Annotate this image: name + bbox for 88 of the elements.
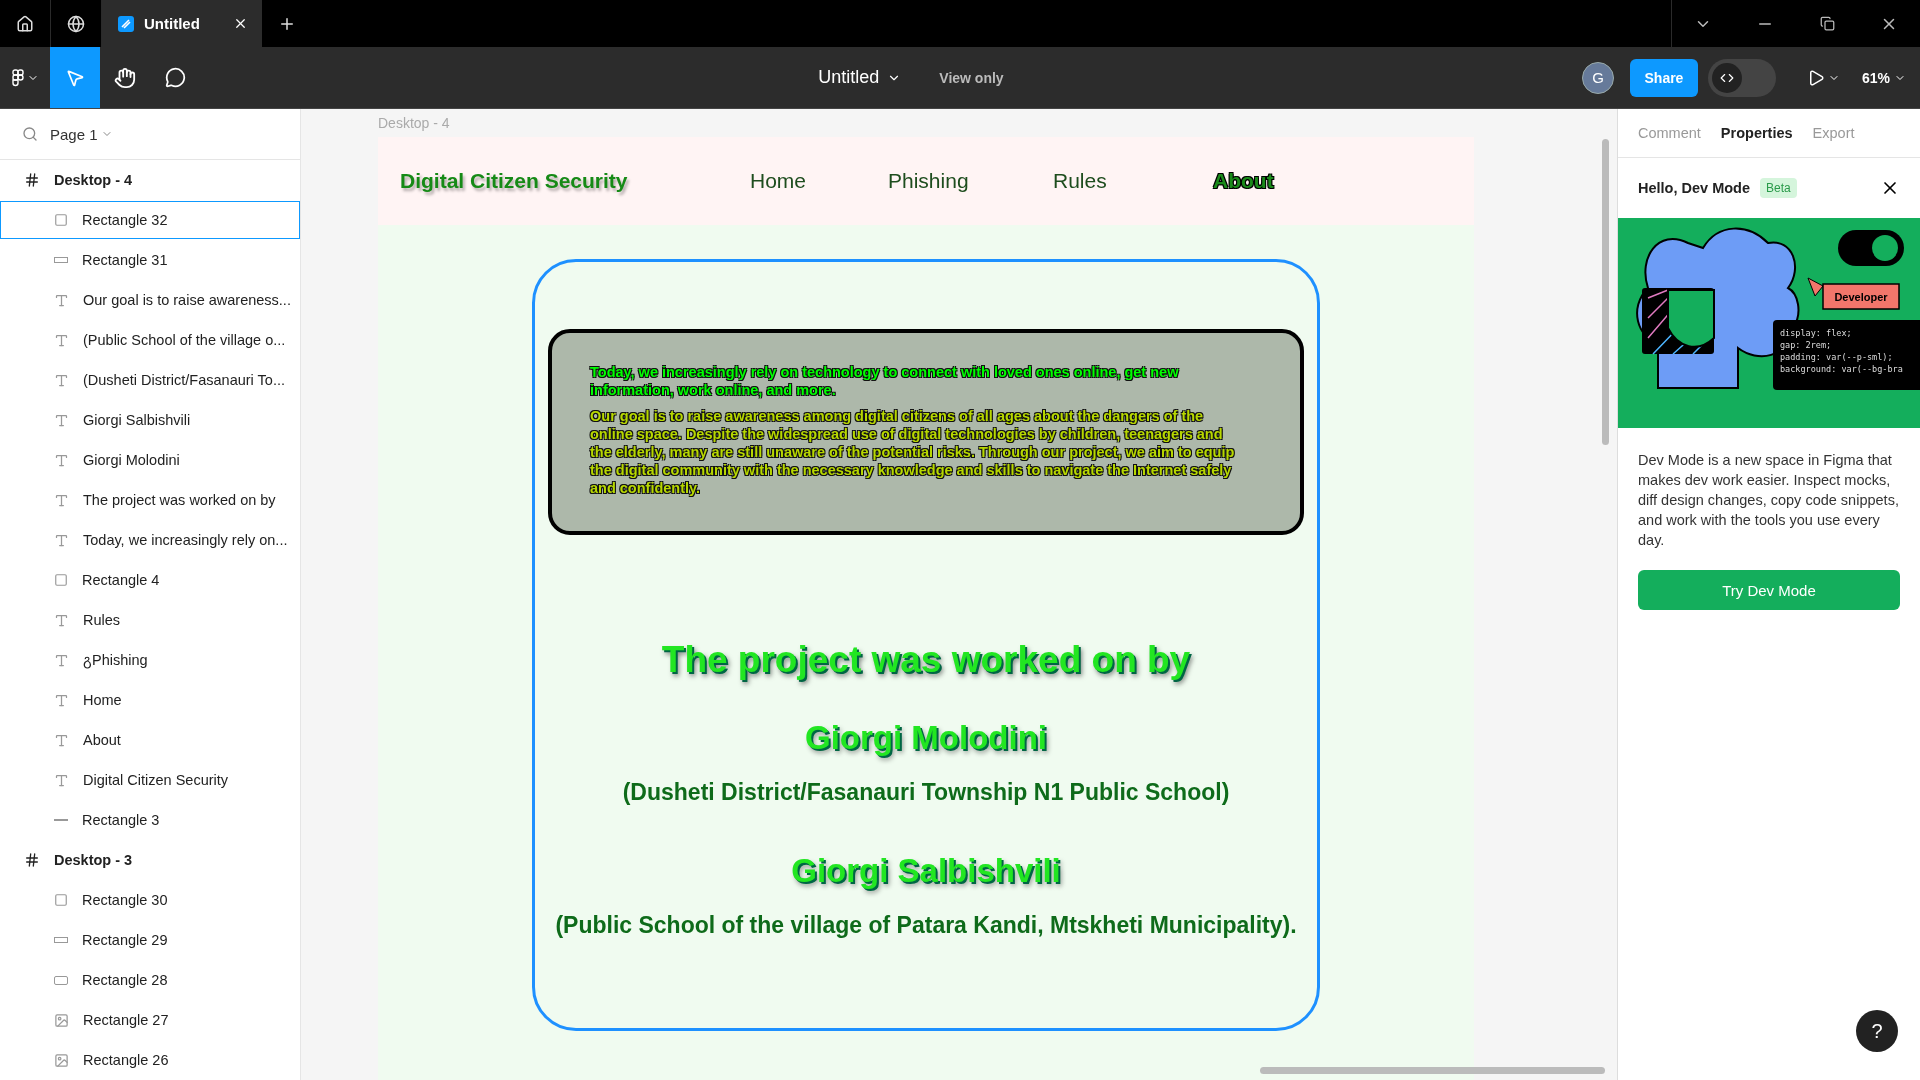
author-name: Giorgi Salbishvili — [791, 852, 1061, 890]
user-avatar[interactable]: G — [1581, 61, 1614, 94]
dev-mode-title: Hello, Dev Mode — [1638, 180, 1750, 196]
text-icon — [54, 372, 69, 388]
comment-icon — [164, 67, 186, 88]
credits-heading: The project was worked on by — [661, 639, 1191, 681]
layer-item[interactable]: Giorgi Salbishvili — [0, 401, 300, 439]
layer-item[interactable]: Rectangle 3 — [0, 801, 300, 839]
view-mode-label: View only — [939, 69, 1004, 86]
globe-icon[interactable] — [67, 14, 85, 33]
layer-item[interactable]: Rectangle 30 — [0, 881, 300, 919]
play-icon — [1807, 68, 1826, 87]
nav-link[interactable]: Home — [750, 169, 888, 193]
text-icon — [54, 692, 69, 708]
nav-link[interactable]: About — [1213, 169, 1313, 193]
layer-item[interactable]: Rectangle 29 — [0, 921, 300, 959]
text-icon — [54, 532, 69, 548]
frame-icon — [24, 852, 40, 868]
layer-item[interactable]: Desktop - 3 — [0, 841, 300, 879]
code-line: padding: var(--p-sml); — [1780, 352, 1893, 362]
layer-item[interactable]: Home — [0, 681, 300, 719]
close-icon[interactable] — [233, 16, 248, 31]
layer-item[interactable]: Rules — [0, 601, 300, 639]
beta-badge: Beta — [1760, 178, 1797, 198]
text-icon — [54, 292, 69, 308]
text-icon — [54, 612, 69, 628]
help-button[interactable]: ? — [1856, 1010, 1898, 1052]
page-selector[interactable]: Page 1 — [50, 125, 113, 143]
layer-item[interactable]: Rectangle 31 — [0, 241, 300, 279]
developer-label: Developer — [1834, 291, 1888, 303]
text-icon — [54, 652, 69, 668]
restore-icon[interactable] — [1819, 16, 1835, 31]
text-icon — [54, 772, 69, 788]
file-icon — [118, 15, 134, 32]
rectangle-icon — [54, 975, 68, 985]
rectangle-icon — [54, 213, 68, 227]
dev-mode-toggle[interactable] — [1707, 58, 1776, 97]
horizontal-scrollbar[interactable] — [1260, 1067, 1605, 1074]
text-icon — [54, 452, 69, 468]
image-icon — [54, 1012, 69, 1028]
layer-item[interactable]: Rectangle 27 — [0, 1001, 300, 1039]
layer-item[interactable]: Today, we increasingly rely on... — [0, 521, 300, 559]
file-tab[interactable]: Untitled — [102, 0, 262, 47]
logo-icon — [11, 68, 24, 87]
author-school: (Dusheti District/Fasanauri Township N1 Public School) — [622, 779, 1230, 806]
line-icon — [54, 819, 68, 821]
frame-icon — [24, 172, 40, 188]
nav-link[interactable]: Phishing — [888, 169, 1053, 193]
layer-item[interactable]: (Dusheti District/Fasanauri To... — [0, 361, 300, 399]
author-name: Giorgi Molodini — [805, 719, 1047, 757]
code-line: gap: 2rem; — [1780, 340, 1832, 350]
site-brand: Digital Citizen Security — [400, 169, 629, 193]
text-icon — [54, 732, 69, 748]
rectangle-icon — [54, 573, 68, 587]
rectangle-icon — [54, 937, 68, 943]
text-icon — [54, 412, 69, 428]
layer-item[interactable]: Rectangle 28 — [0, 961, 300, 999]
image-icon — [54, 1052, 69, 1068]
text-icon — [54, 492, 69, 508]
rectangle-icon — [54, 893, 68, 907]
zoom-menu[interactable]: 61% — [1851, 69, 1920, 86]
hand-icon — [114, 66, 136, 89]
dev-mode-description: Dev Mode is a new space in Figma that makes dev work easier. Inspect mocks, diff design changes, copy code snippets, and work with the tools you use every day. — [1638, 451, 1900, 550]
layer-item[interactable]: გPhishing — [0, 641, 300, 679]
layer-item[interactable]: Giorgi Molodini — [0, 441, 300, 479]
nav-link[interactable]: Rules — [1053, 169, 1213, 193]
inspector-tab[interactable]: Properties — [1720, 125, 1793, 141]
frame-label: Desktop - 4 — [378, 115, 451, 133]
search-icon[interactable] — [22, 126, 38, 142]
rectangle-icon — [54, 257, 68, 263]
intro-paragraph: Today, we increasingly rely on technology to connect with loved ones online, get new information, work online, and more. — [590, 363, 1180, 399]
author-school: (Public School of the village of Patara Kandi, Mtskheti Municipality). — [555, 912, 1297, 939]
text-icon — [54, 332, 69, 348]
vertical-scrollbar[interactable] — [1602, 139, 1609, 445]
code-line: background: var(--bg-bra — [1780, 364, 1903, 374]
layer-item[interactable]: Digital Citizen Security — [0, 761, 300, 799]
layer-item[interactable]: Desktop - 4 — [0, 161, 300, 199]
layer-item[interactable]: (Public School of the village o... — [0, 321, 300, 359]
goal-paragraph: Our goal is to raise awareness among digital citizens of all ages about the dangers of the online space. Despite the widespread use of digital technologies by children, teenagers and the elderly, many are still unaware of the potential risks. Through our project, we aim to equip the digital community with the necessary knowledge and skills to navigate the Internet safely and confidently. — [590, 407, 1236, 497]
home-icon[interactable] — [16, 14, 34, 33]
code-line: display: flex; — [1780, 328, 1852, 338]
layer-item[interactable]: Our goal is to raise awareness... — [0, 281, 300, 319]
layer-item[interactable]: Rectangle 26 — [0, 1041, 300, 1079]
layer-item[interactable]: About — [0, 721, 300, 759]
layer-item[interactable]: The project was worked on by — [0, 481, 300, 519]
file-title-menu[interactable]: Untitled — [818, 67, 902, 88]
layer-item[interactable]: Rectangle 32 — [0, 201, 300, 239]
layer-item[interactable]: Rectangle 4 — [0, 561, 300, 599]
